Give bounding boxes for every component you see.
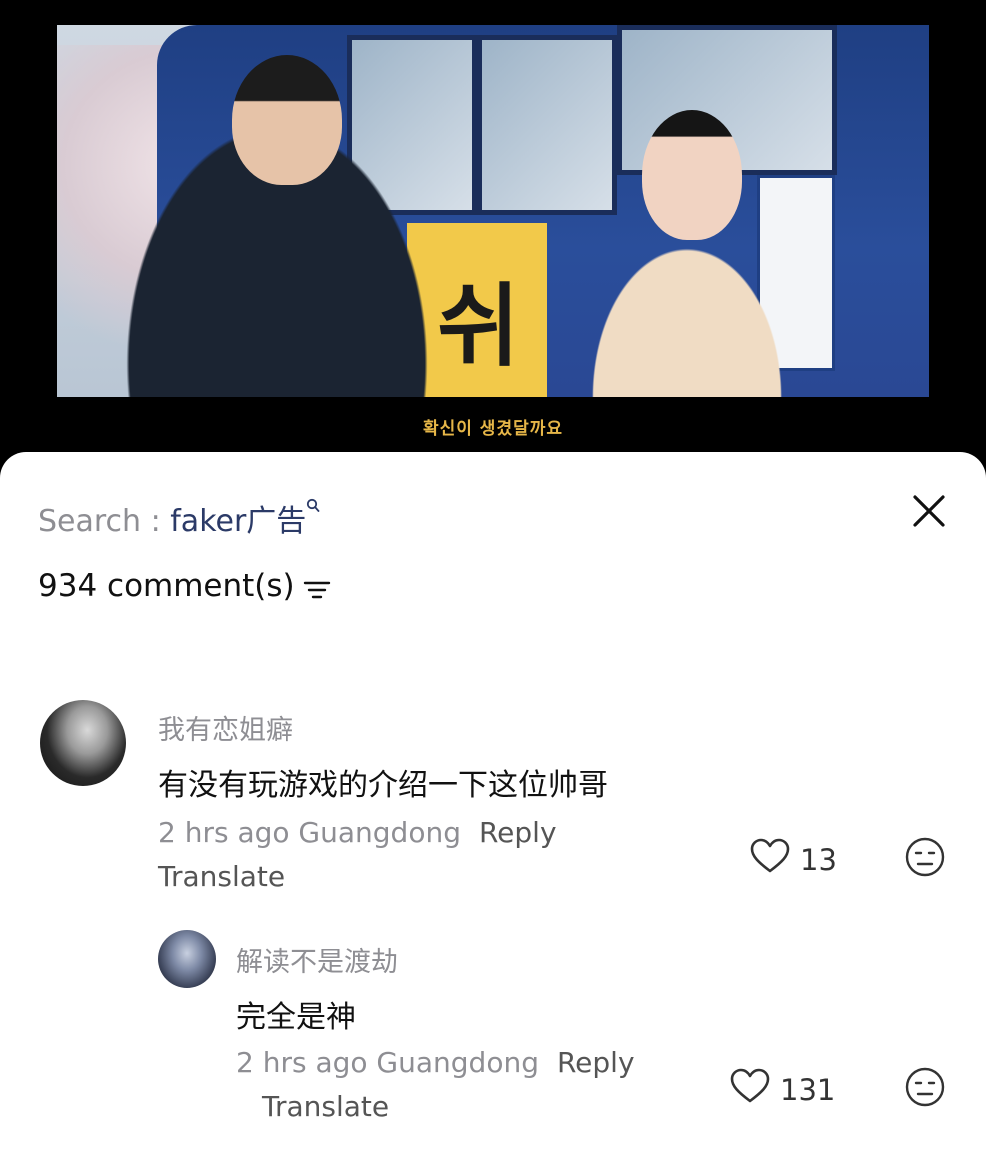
comments-sheet: Search : faker广告 934 comment(s) 我有恋姐癖 有没… [0,452,986,1156]
video-frame: 쉬 [57,25,929,397]
comment-username[interactable]: 解读不是渡劫 [236,940,398,979]
heart-icon [730,1068,780,1111]
woman-figure [577,225,797,397]
translate-button[interactable]: Translate [158,860,285,893]
comment-count: 934 comment(s) [38,568,295,604]
dislike-emoji-icon[interactable] [904,1066,946,1108]
comment-meta: 2 hrs ago Guangdong [236,1046,539,1079]
avatar[interactable] [158,930,216,988]
comment-meta: 2 hrs ago Guangdong [158,816,461,849]
close-icon[interactable] [906,488,952,534]
dislike-emoji-icon[interactable] [904,836,946,878]
search-label: Search : [38,504,171,539]
video-player[interactable]: 쉬 확신이 생겼달까요 [0,0,986,470]
like-count: 131 [780,1072,836,1107]
search-suggestion[interactable]: Search : faker广告 [38,496,320,540]
like-button[interactable]: 131 [730,1068,835,1111]
video-subtitle: 확신이 생겼달까요 [422,419,564,439]
like-count: 13 [800,842,837,877]
bus-window [477,35,617,215]
like-button[interactable]: 13 [750,838,837,881]
heart-icon [750,838,800,881]
comment-count-row: 934 comment(s) [38,568,331,604]
comment-text: 完全是神 [236,1000,356,1035]
sort-filter-icon[interactable] [303,574,331,598]
search-keyword[interactable]: faker广告 [170,504,306,539]
comment-username[interactable]: 我有恋姐癖 [158,708,293,747]
reply-button[interactable]: Reply [557,1046,635,1079]
man-head [232,55,342,185]
search-icon [306,498,320,518]
avatar[interactable] [40,700,126,786]
translate-button[interactable]: Translate [262,1090,389,1123]
comment-text: 有没有玩游戏的介绍一下这位帅哥 [158,768,608,803]
woman-head [642,110,742,240]
reply-button[interactable]: Reply [479,816,557,849]
